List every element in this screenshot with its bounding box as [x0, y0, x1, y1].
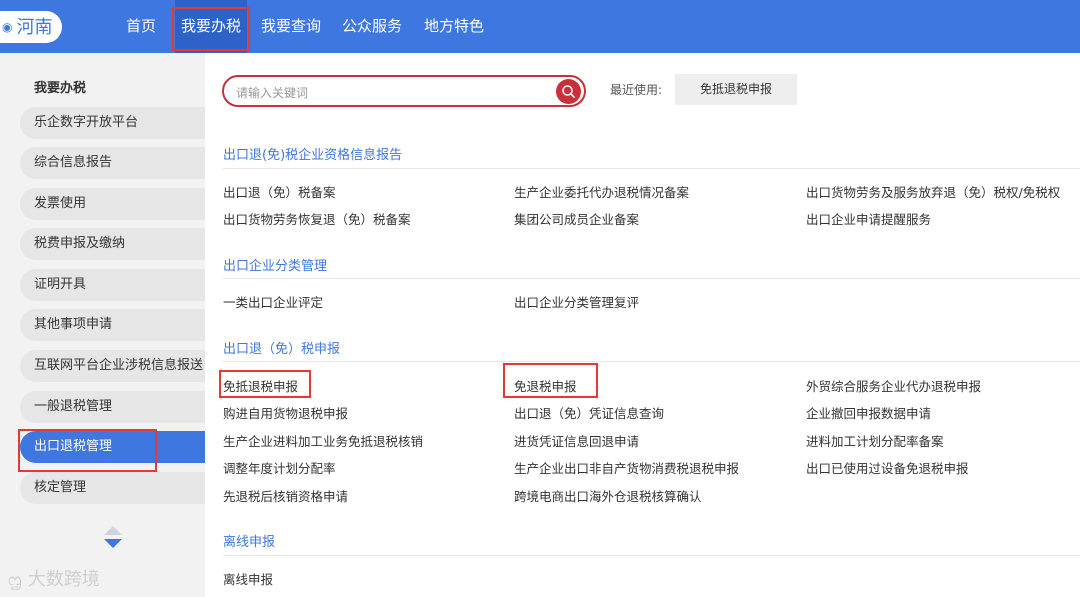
sidebar-item-assessment[interactable]: 核定管理 — [20, 472, 205, 504]
sidebar-title: 我要办税 — [34, 81, 87, 96]
link-refund-first-qualification[interactable]: 先退税后核销资格申请 — [223, 486, 348, 505]
sidebar: 我要办税 乐企数字开放平台 综合信息报告 发票使用 税费申报及缴纳 证明开具 其… — [0, 53, 205, 597]
region-label: 河南 — [16, 17, 53, 38]
sidebar-item-other-requests[interactable]: 其他事项申请 — [20, 309, 205, 341]
sidebar-item-general-refund[interactable]: 一般退税管理 — [20, 391, 205, 423]
link-allocation-rate-filing[interactable]: 进料加工计划分配率备案 — [806, 431, 944, 450]
section-title-refund-declaration: 出口退（免）税申报 — [223, 342, 341, 357]
search-input[interactable]: 请输入关键词 — [236, 84, 308, 101]
nav-local-features[interactable]: 地方特色 — [424, 0, 484, 53]
region-selector[interactable]: ◉ 河南 — [0, 11, 62, 43]
sidebar-item-certificate[interactable]: 证明开具 — [20, 269, 205, 301]
link-offline-declaration[interactable]: 离线申报 — [223, 569, 273, 588]
sidebar-scroll-control[interactable] — [104, 526, 122, 556]
link-consumption-tax-refund[interactable]: 生产企业出口非自产货物消费税退税申报 — [514, 458, 739, 477]
recent-label: 最近使用: — [610, 83, 663, 97]
link-restore-refund-filing[interactable]: 出口货物劳务恢复退（免）税备案 — [223, 209, 411, 228]
location-pin-icon: ◉ — [2, 20, 13, 34]
link-class-one-assessment[interactable]: 一类出口企业评定 — [223, 292, 323, 311]
link-foreign-trade-agent-refund[interactable]: 外贸综合服务企业代办退税申报 — [806, 376, 981, 395]
link-overseas-warehouse-refund[interactable]: 跨境电商出口海外仓退税核算确认 — [514, 486, 702, 505]
link-purchased-goods-refund[interactable]: 购进自用货物退税申报 — [223, 403, 348, 422]
sidebar-item-leqi-platform[interactable]: 乐企数字开放平台 — [20, 107, 205, 139]
link-group-member-filing[interactable]: 集团公司成员企业备案 — [514, 209, 639, 228]
nav-query[interactable]: 我要查询 — [261, 0, 321, 53]
link-voucher-rollback[interactable]: 进货凭证信息回退申请 — [514, 431, 639, 450]
section-divider — [223, 168, 1080, 169]
search-box[interactable]: 请输入关键词 — [222, 75, 586, 107]
link-processing-writeoff[interactable]: 生产企业进料加工业务免抵退税核销 — [223, 431, 423, 450]
sidebar-item-export-refund[interactable]: 出口退税管理 — [20, 431, 205, 463]
sidebar-item-internet-platform[interactable]: 互联网平台企业涉税信息报送 — [20, 350, 205, 382]
link-entrusted-refund-filing[interactable]: 生产企业委托代办退税情况备案 — [514, 182, 689, 201]
watermark: ᦗ 大数跨境 — [8, 565, 100, 591]
sidebar-item-info-report[interactable]: 综合信息报告 — [20, 147, 205, 179]
link-exempt-offset-refund[interactable]: 免抵退税申报 — [223, 376, 298, 395]
recent-item-chip[interactable]: 免抵退税申报 — [675, 74, 797, 105]
link-adjust-allocation-rate[interactable]: 调整年度计划分配率 — [223, 458, 336, 477]
scroll-down-icon[interactable] — [104, 539, 122, 548]
section-title-qualification: 出口退(免)税企业资格信息报告 — [223, 148, 403, 163]
sidebar-item-tax-filing[interactable]: 税费申报及缴纳 — [20, 228, 205, 260]
sidebar-item-invoice[interactable]: 发票使用 — [20, 188, 205, 220]
section-title-offline: 离线申报 — [223, 535, 276, 550]
link-reminder-service[interactable]: 出口企业申请提醒服务 — [806, 209, 931, 228]
watermark-logo-icon: ᦗ — [8, 569, 22, 590]
watermark-text: 大数跨境 — [27, 569, 100, 590]
section-divider — [223, 278, 1080, 279]
search-button[interactable] — [556, 79, 581, 104]
link-waive-refund-right[interactable]: 出口货物劳务及服务放弃退（免）税权/免税权 — [806, 182, 1060, 201]
link-withdraw-declaration[interactable]: 企业撤回申报数据申请 — [806, 403, 931, 422]
search-icon — [562, 85, 575, 98]
scroll-up-icon[interactable] — [104, 526, 122, 535]
link-classification-review[interactable]: 出口企业分类管理复评 — [514, 292, 639, 311]
section-divider — [223, 555, 1080, 556]
link-used-equipment-refund[interactable]: 出口已使用过设备免退税申报 — [806, 458, 969, 477]
section-divider — [223, 361, 1080, 362]
link-voucher-query[interactable]: 出口退（免）凭证信息查询 — [514, 403, 664, 422]
link-exempt-refund[interactable]: 免退税申报 — [514, 376, 577, 395]
link-export-refund-filing[interactable]: 出口退（免）税备案 — [223, 182, 336, 201]
nav-tax-handling[interactable]: 我要办税 — [175, 0, 248, 53]
section-title-classification: 出口企业分类管理 — [223, 259, 328, 274]
nav-home[interactable]: 首页 — [126, 0, 156, 53]
top-nav-bar: ◉ 河南 首页 我要办税 我要查询 公众服务 地方特色 — [0, 0, 1080, 53]
nav-public-service[interactable]: 公众服务 — [342, 0, 402, 53]
